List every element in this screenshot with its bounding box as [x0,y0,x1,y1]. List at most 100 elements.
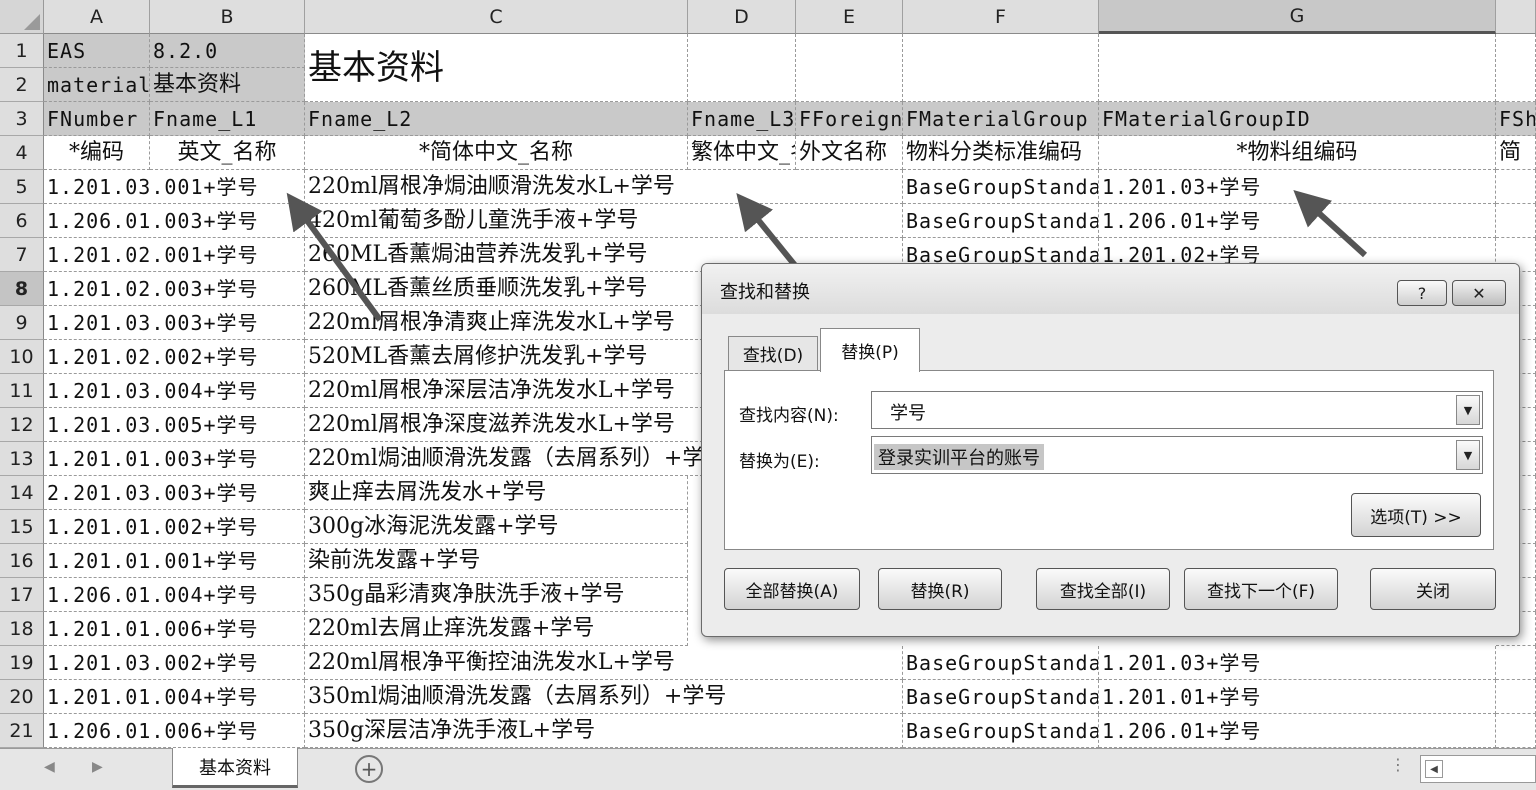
cell-h[interactable] [1496,714,1536,748]
cell-a-number[interactable]: 1.201.03.002+学号 [44,646,305,680]
replace-all-button[interactable]: 全部替换(A) [724,568,860,610]
help-button[interactable]: ? [1397,280,1447,306]
column-header-f[interactable]: F [903,0,1099,34]
cell-h[interactable] [1496,170,1536,204]
cell-a-number[interactable]: 1.206.01.003+学号 [44,204,305,238]
row-header[interactable]: 13 [0,442,44,476]
find-what-input[interactable]: 学号 [886,399,930,425]
cell-a-number[interactable]: 2.201.03.003+学号 [44,476,305,510]
add-sheet-button[interactable]: + [355,755,383,783]
tab-find[interactable]: 查找(D) [728,336,818,370]
sheet-tab-basic-data[interactable]: 基本资料 [172,748,298,788]
cell-a2[interactable]: material [44,68,150,102]
cell-a-number[interactable]: 1.201.01.006+学号 [44,612,305,646]
cell-f-group[interactable]: BaseGroupStandard [903,680,1099,714]
cell-h4[interactable]: 简 [1496,136,1536,170]
cell-c4[interactable]: *简体中文_名称 [305,136,688,170]
column-header-c[interactable]: C [305,0,688,34]
replace-button[interactable]: 替换(R) [878,568,1002,610]
cell-f-group[interactable]: BaseGroupStandard [903,204,1099,238]
cell-c-name[interactable]: 420ml葡萄多酚儿童洗手液+学号 [305,204,903,238]
cell-f-group[interactable]: BaseGroupStandard [903,170,1099,204]
row-header[interactable]: 1 [0,34,44,68]
cell-e4[interactable]: 外文名称 [796,136,903,170]
cell-h1[interactable] [1496,34,1536,102]
cell-e3[interactable]: FForeign [796,102,903,136]
cell-f4[interactable]: 物料分类标准编码 [903,136,1099,170]
cell-f3[interactable]: FMaterialGroup [903,102,1099,136]
row-header[interactable]: 20 [0,680,44,714]
row-header[interactable]: 14 [0,476,44,510]
cell-d1[interactable] [688,34,796,102]
replace-with-dropdown-button[interactable]: ▼ [1456,440,1480,470]
cell-a-number[interactable]: 1.201.01.001+学号 [44,544,305,578]
cell-b2[interactable]: 基本资料 [150,68,305,102]
row-header[interactable]: 12 [0,408,44,442]
cell-g-groupid[interactable]: 1.201.03+学号 [1099,170,1496,204]
column-header-h[interactable] [1496,0,1536,34]
cell-c-name[interactable]: 350g深层洁净洗手液L+学号 [305,714,903,748]
cell-c-name[interactable]: 爽止痒去屑洗发水+学号 [305,476,688,510]
cell-c-name[interactable]: 220ml去屑止痒洗发露+学号 [305,612,688,646]
cell-b4[interactable]: 英文_名称 [150,136,305,170]
cell-c3[interactable]: Fname_L2 [305,102,688,136]
cell-a-number[interactable]: 1.201.01.004+学号 [44,680,305,714]
row-header[interactable]: 4 [0,136,44,170]
cell-c-name[interactable]: 220ml屑根净平衡控油洗发水L+学号 [305,646,903,680]
dialog-titlebar[interactable]: 查找和替换 ? ✕ [702,264,1519,314]
cell-a4[interactable]: *编码 [44,136,150,170]
row-header[interactable]: 11 [0,374,44,408]
row-header[interactable]: 21 [0,714,44,748]
find-what-combobox[interactable]: 学号 ▼ [871,391,1483,429]
tab-replace[interactable]: 替换(P) [820,328,920,372]
replace-with-combobox[interactable]: 登录实训平台的账号 ▼ [871,436,1483,474]
cell-g1[interactable] [1099,34,1496,102]
cell-a-number[interactable]: 1.201.01.003+学号 [44,442,305,476]
splitter-handle-icon[interactable]: ⋮ [1390,755,1406,774]
column-header-g[interactable]: G [1099,0,1496,34]
cell-a1[interactable]: EAS [44,34,150,68]
close-button[interactable]: 关闭 [1370,568,1496,610]
cell-a-number[interactable]: 1.206.01.006+学号 [44,714,305,748]
cell-c-name[interactable]: 350g晶彩清爽净肤洗手液+学号 [305,578,688,612]
horizontal-scrollbar[interactable]: ◀ [1420,755,1536,783]
cell-g4[interactable]: *物料组编码 [1099,136,1496,170]
cell-g-groupid[interactable]: 1.201.03+学号 [1099,646,1496,680]
close-window-button[interactable]: ✕ [1452,280,1506,306]
row-header[interactable]: 3 [0,102,44,136]
cell-e1[interactable] [796,34,903,102]
cell-h[interactable] [1496,680,1536,714]
cell-a-number[interactable]: 1.201.03.004+学号 [44,374,305,408]
cell-a-number[interactable]: 1.201.01.002+学号 [44,510,305,544]
cell-c-name[interactable]: 300g冰海泥洗发露+学号 [305,510,688,544]
cell-a-number[interactable]: 1.201.03.003+学号 [44,306,305,340]
row-header[interactable]: 15 [0,510,44,544]
cell-c1-title[interactable]: 基本资料 [305,34,688,102]
row-header[interactable]: 2 [0,68,44,102]
cell-g-groupid[interactable]: 1.206.01+学号 [1099,714,1496,748]
cell-b1[interactable]: 8.2.0 [150,34,305,68]
cell-a-number[interactable]: 1.201.03.001+学号 [44,170,305,204]
cell-h[interactable] [1496,204,1536,238]
select-all-corner[interactable] [0,0,44,34]
cell-f-group[interactable]: BaseGroupStandard [903,714,1099,748]
find-next-button[interactable]: 查找下一个(F) [1184,568,1338,610]
column-header-a[interactable]: A [44,0,150,34]
options-button[interactable]: 选项(T) >> [1351,493,1481,537]
cell-c-name[interactable]: 220ml屑根净焗油顺滑洗发水L+学号 [305,170,903,204]
cell-a-number[interactable]: 1.206.01.004+学号 [44,578,305,612]
row-header[interactable]: 10 [0,340,44,374]
cell-a-number[interactable]: 1.201.02.002+学号 [44,340,305,374]
scroll-tabs-right-icon[interactable]: ▶ [92,759,103,775]
column-header-d[interactable]: D [688,0,796,34]
cell-g3[interactable]: FMaterialGroupID [1099,102,1496,136]
scroll-tabs-left-icon[interactable]: ◀ [44,759,55,775]
cell-h[interactable] [1496,646,1536,680]
column-header-e[interactable]: E [796,0,903,34]
row-header[interactable]: 18 [0,612,44,646]
column-header-b[interactable]: B [150,0,305,34]
scroll-left-icon[interactable]: ◀ [1425,760,1443,778]
row-header[interactable]: 7 [0,238,44,272]
cell-g-groupid[interactable]: 1.201.01+学号 [1099,680,1496,714]
row-header[interactable]: 19 [0,646,44,680]
